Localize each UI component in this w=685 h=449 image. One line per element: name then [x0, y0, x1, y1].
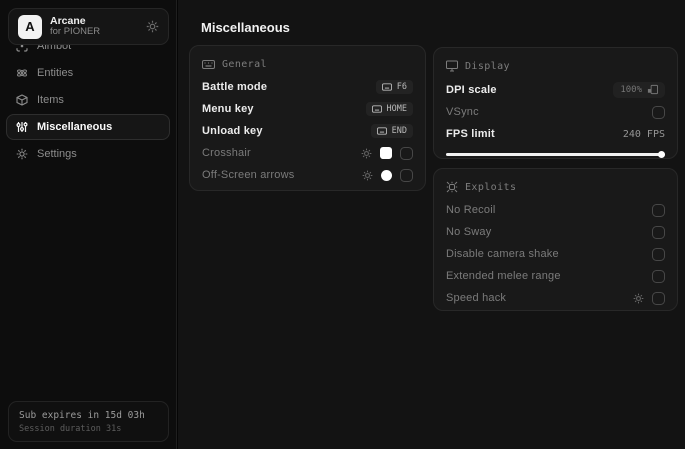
- menu-key-label: Menu key: [202, 103, 254, 115]
- keyboard-icon: [202, 58, 215, 71]
- slider-fill: [446, 153, 665, 156]
- sidebar-item-items[interactable]: Items: [6, 87, 170, 113]
- display-panel-title: Display: [465, 60, 510, 72]
- app-header: A Arcane for PIONER: [8, 8, 169, 45]
- keybind-badge[interactable]: END: [370, 124, 413, 138]
- gear-icon[interactable]: [633, 293, 644, 304]
- crosshair-label: Crosshair: [202, 147, 251, 159]
- fps-limit-value: 240 FPS: [622, 128, 665, 140]
- app-window: A Arcane for PIONER Category AimbotEntit…: [0, 0, 685, 449]
- exploits-panel: Exploits No Recoil No Sway Disable camera …: [433, 168, 678, 311]
- keybind-value: HOME: [386, 104, 407, 114]
- keybind-value: F6: [396, 82, 407, 92]
- sidebar-item-label: Entities: [37, 67, 74, 79]
- main-content: Miscellaneous General Battle mode F6 Menu …: [178, 0, 685, 449]
- sidebar-item-miscellaneous[interactable]: Miscellaneous: [6, 114, 170, 140]
- app-logo: A: [18, 14, 42, 39]
- off-screen-arrows-label: Off-Screen arrows: [202, 169, 295, 181]
- gear-icon[interactable]: [361, 148, 372, 159]
- sidebar-item-entities[interactable]: Entities: [6, 60, 170, 86]
- fps-limit-slider[interactable]: [446, 151, 665, 158]
- fps-limit-label: FPS limit: [446, 128, 495, 140]
- keyboard-icon: [371, 104, 382, 114]
- page-title: Miscellaneous: [201, 20, 290, 35]
- sidebar-item-settings[interactable]: Settings: [6, 141, 170, 167]
- gear-icon: [16, 148, 28, 160]
- extended-melee-range-label: Extended melee range: [446, 270, 561, 282]
- general-panel: General Battle mode F6 Menu key HOME Unload …: [189, 45, 426, 191]
- keyboard-icon: [381, 82, 392, 92]
- vsync-label: VSync: [446, 106, 479, 118]
- color-swatch[interactable]: [381, 169, 392, 181]
- app-settings-button[interactable]: [146, 20, 159, 33]
- checkbox[interactable]: [652, 247, 665, 261]
- checkbox[interactable]: [400, 146, 413, 160]
- misc-icon: [16, 121, 28, 133]
- checkbox[interactable]: [652, 203, 665, 217]
- monitor-icon: [446, 60, 458, 72]
- disable-camera-shake-label: Disable camera shake: [446, 248, 559, 260]
- exploits-panel-title: Exploits: [465, 181, 517, 193]
- app-subtitle: for PIONER: [50, 26, 101, 38]
- keyboard-icon: [376, 126, 387, 136]
- checkbox[interactable]: [400, 168, 413, 182]
- vsync-checkbox[interactable]: [652, 105, 665, 119]
- color-swatch[interactable]: [380, 147, 392, 159]
- items-icon: [16, 94, 28, 106]
- speed-hack-label: Speed hack: [446, 292, 507, 304]
- keybind-badge[interactable]: F6: [375, 80, 413, 94]
- session-duration-text: Session duration 31s: [19, 424, 122, 434]
- checkbox[interactable]: [652, 269, 665, 283]
- gear-icon[interactable]: [362, 170, 373, 181]
- keybind-badge[interactable]: HOME: [365, 102, 413, 116]
- checkbox[interactable]: [652, 291, 665, 305]
- sidebar-item-label: Miscellaneous: [37, 121, 113, 133]
- dpi-scale-value: 100%: [620, 84, 642, 95]
- battle-mode-label: Battle mode: [202, 81, 268, 93]
- no-sway-label: No Sway: [446, 226, 492, 238]
- dpi-scale-select[interactable]: 100%: [613, 81, 665, 98]
- sidebar-item-label: Items: [37, 94, 64, 106]
- unload-key-label: Unload key: [202, 125, 263, 137]
- sidebar-nav: Aimbot Entities Items Miscellaneous Settings: [0, 33, 176, 167]
- scale-icon: [647, 84, 658, 95]
- bug-icon: [446, 181, 458, 193]
- sidebar: A Arcane for PIONER Category AimbotEntit…: [0, 0, 177, 449]
- keybind-value: END: [391, 126, 407, 136]
- sidebar-item-label: Settings: [37, 148, 77, 160]
- entities-icon: [16, 67, 28, 79]
- slider-handle[interactable]: [658, 151, 665, 158]
- subscription-info: Sub expires in 15d 03h Session duration …: [8, 401, 169, 442]
- no-recoil-label: No Recoil: [446, 204, 496, 216]
- dpi-scale-label: DPI scale: [446, 83, 497, 96]
- sub-expiry-text: Sub expires in 15d 03h: [19, 410, 145, 421]
- checkbox[interactable]: [652, 225, 665, 239]
- general-panel-title: General: [222, 58, 267, 70]
- display-panel: Display DPI scale 100% VSync FPS limit 2…: [433, 47, 678, 159]
